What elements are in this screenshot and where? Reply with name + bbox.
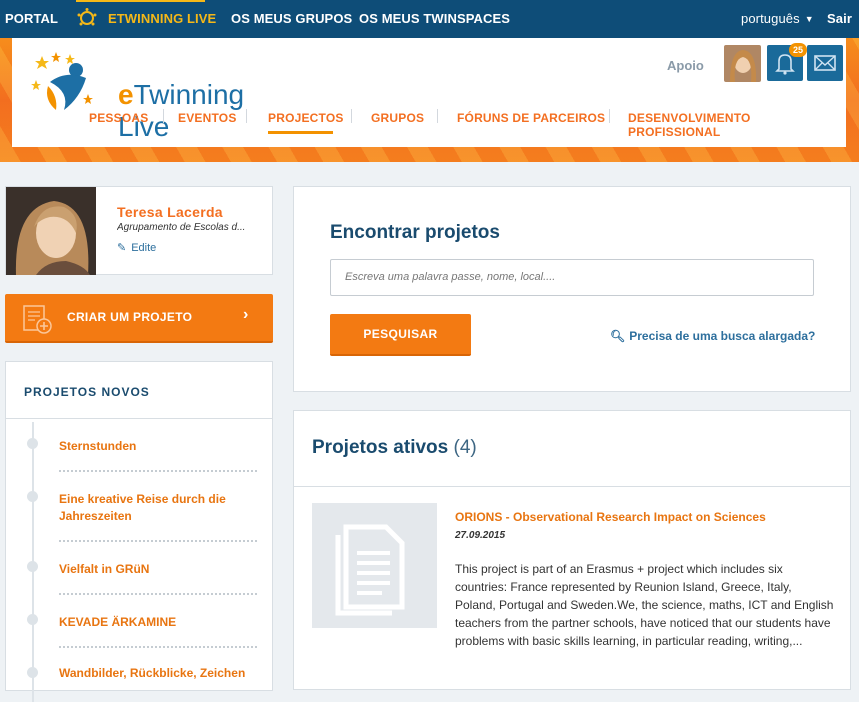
nav-separator <box>246 109 247 123</box>
document-placeholder-icon <box>335 524 405 616</box>
timeline-dot <box>27 561 38 572</box>
pencil-icon: ✎ <box>117 242 127 254</box>
chevron-down-icon: ▼ <box>804 14 814 24</box>
header-panel: eTwinning Live Apoio 25 PESSOAS EVENTOS … <box>12 38 846 147</box>
active-projects-title: Projetos ativos (4) <box>312 437 477 459</box>
profile-school: Agrupamento de Escolas d... <box>117 222 246 233</box>
new-project-link[interactable]: Eine kreative Reise durch die Jahreszeit… <box>59 491 249 525</box>
portal-link[interactable]: PORTAL <box>5 11 58 26</box>
nav-grupos[interactable]: GRUPOS <box>371 111 424 125</box>
new-project-link[interactable]: Sternstunden <box>59 438 249 455</box>
timeline-dot <box>27 667 38 678</box>
logo-figure-icon <box>31 52 93 110</box>
language-selector[interactable]: português ▼ <box>741 11 814 26</box>
nav-foruns-de-parceiros[interactable]: FÓRUNS DE PARCEIROS <box>457 111 605 125</box>
nav-separator <box>163 109 164 123</box>
nav-eventos[interactable]: EVENTOS <box>178 111 237 125</box>
chevron-right-icon: › <box>243 306 249 323</box>
active-projects-panel: Projetos ativos (4) ORIONS - Observation… <box>293 410 851 690</box>
timeline-dot <box>27 438 38 449</box>
logout-link[interactable]: Sair <box>827 11 852 26</box>
active-tab-indicator <box>76 0 205 2</box>
mail-icon <box>814 55 836 71</box>
timeline-dot <box>27 614 38 625</box>
etwinning-live-logo[interactable]: eTwinning Live <box>30 52 275 142</box>
find-projects-panel: Encontrar projetos Escreva uma palavra p… <box>293 186 851 392</box>
language-label: português <box>741 11 800 26</box>
active-projects-count: (4) <box>453 437 477 458</box>
top-navigation-bar: PORTAL ETWINNING LIVE OS MEUS GRUPOS OS … <box>0 0 859 38</box>
avatar-photo <box>724 45 761 82</box>
logo-e-letter: e <box>118 79 134 110</box>
divider <box>294 486 850 487</box>
edit-profile-label: Edite <box>131 242 157 254</box>
profile-name[interactable]: Teresa Lacerda <box>117 204 223 220</box>
new-projects-panel: PROJETOS NOVOS Sternstunden Eine kreativ… <box>5 361 273 702</box>
divider <box>6 418 272 419</box>
nav-projectos[interactable]: PROJECTOS <box>268 111 344 125</box>
my-groups-link[interactable]: OS MEUS GRUPOS <box>231 11 352 26</box>
timeline-dot <box>27 491 38 502</box>
new-project-link[interactable]: KEVADE ÄRKAMINE <box>59 614 249 631</box>
etwinning-stars-icon <box>77 8 97 26</box>
advanced-search-label: Precisa de uma busca alargada? <box>629 329 816 343</box>
new-project-link[interactable]: Wandbilder, Rückblicke, Zeichen <box>59 665 249 682</box>
search-button[interactable]: PESQUISAR <box>330 314 471 356</box>
project-description: This project is part of an Erasmus + pro… <box>455 562 834 648</box>
edit-profile-link[interactable]: ✎ Edite <box>117 241 156 254</box>
nav-separator <box>437 109 438 123</box>
new-projects-title: PROJETOS NOVOS <box>24 385 150 399</box>
nav-desenvolvimento-profissional[interactable]: DESENVOLVIMENTO PROFISSIONAL <box>628 111 846 139</box>
dotted-divider <box>59 540 257 542</box>
project-date: 27.09.2015 <box>455 530 506 541</box>
search-icon: 🔍︎ <box>610 329 626 343</box>
active-projects-title-text: Projetos ativos <box>312 437 449 458</box>
avatar[interactable] <box>724 45 761 82</box>
profile-card: Teresa Lacerda Agrupamento de Escolas d.… <box>5 186 273 275</box>
profile-portrait <box>6 187 96 275</box>
project-title-link[interactable]: ORIONS - Observational Research Impact o… <box>455 510 766 524</box>
find-projects-title: Encontrar projetos <box>330 222 500 243</box>
nav-separator <box>351 109 352 123</box>
dotted-divider <box>59 646 257 648</box>
messages-button[interactable] <box>807 45 843 81</box>
notification-count-badge: 25 <box>789 43 807 57</box>
search-input[interactable]: Escreva uma palavra passe, nome, local..… <box>330 259 814 296</box>
etwinning-live-link[interactable]: ETWINNING LIVE <box>108 11 216 26</box>
create-project-label: CRIAR UM PROJETO <box>67 310 193 324</box>
new-project-link[interactable]: Vielfalt in GRüN <box>59 561 249 578</box>
nav-pessoas[interactable]: PESSOAS <box>89 111 148 125</box>
advanced-search-link[interactable]: 🔍︎ Precisa de uma busca alargada? <box>610 329 815 343</box>
my-twinspaces-link[interactable]: OS MEUS TWINSPACES <box>359 11 510 26</box>
nav-active-indicator <box>268 131 333 134</box>
support-link[interactable]: Apoio <box>667 58 704 73</box>
dotted-divider <box>59 593 257 595</box>
project-thumbnail[interactable] <box>312 503 437 628</box>
nav-separator <box>609 109 610 123</box>
new-document-icon <box>23 305 52 334</box>
create-project-button[interactable]: CRIAR UM PROJETO › <box>5 294 273 343</box>
profile-photo[interactable] <box>6 187 96 275</box>
dotted-divider <box>59 470 257 472</box>
